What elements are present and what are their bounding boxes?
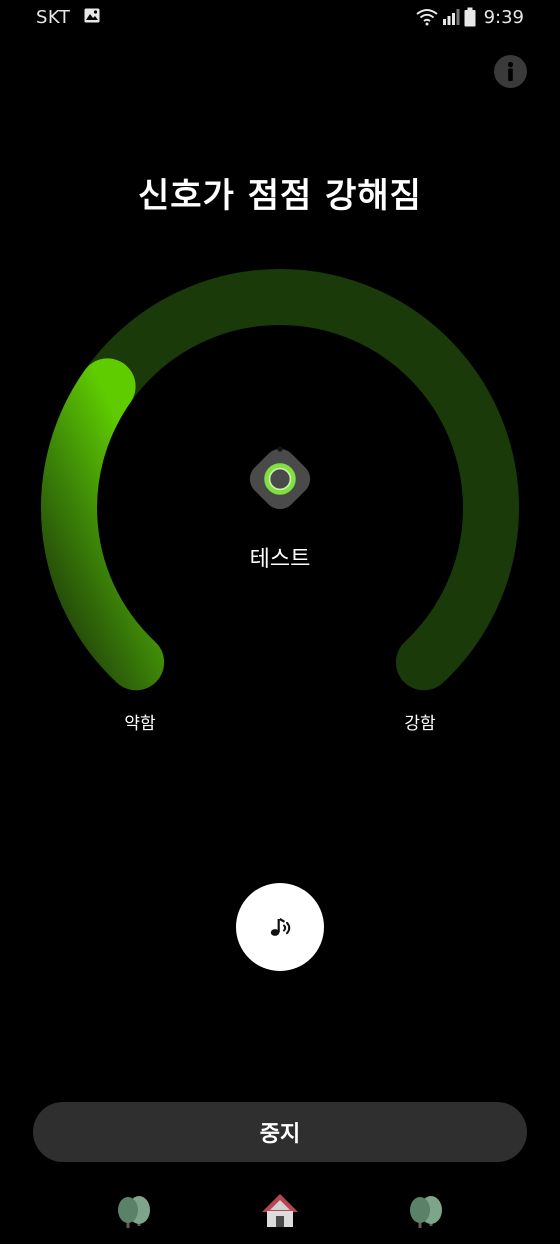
smart-tag-icon	[249, 446, 311, 510]
tree-icon	[118, 1196, 150, 1228]
stop-button[interactable]: 중지	[33, 1102, 527, 1162]
info-icon	[507, 61, 514, 81]
signal-icon	[442, 9, 460, 25]
gauge-label-weak: 약함	[124, 714, 156, 734]
battery-icon	[464, 7, 476, 27]
status-icons: 9:39	[415, 6, 524, 28]
tree-icon	[410, 1196, 442, 1228]
ring-sound-icon	[270, 918, 291, 936]
status-bar: SKT 9:39	[0, 0, 560, 36]
clock: 9:39	[483, 6, 524, 28]
gauge-label-strong: 강함	[404, 714, 436, 734]
device-name: 테스트	[249, 547, 311, 572]
gauge-fill	[41, 358, 165, 691]
house-icon	[262, 1194, 298, 1227]
info-button[interactable]	[494, 55, 527, 88]
wifi-icon	[415, 9, 438, 26]
gallery-icon	[84, 8, 100, 23]
ring-sound-button[interactable]	[236, 883, 324, 971]
page-title: 신호가 점점 강해짐	[138, 176, 422, 216]
carrier-label: SKT	[36, 7, 71, 28]
